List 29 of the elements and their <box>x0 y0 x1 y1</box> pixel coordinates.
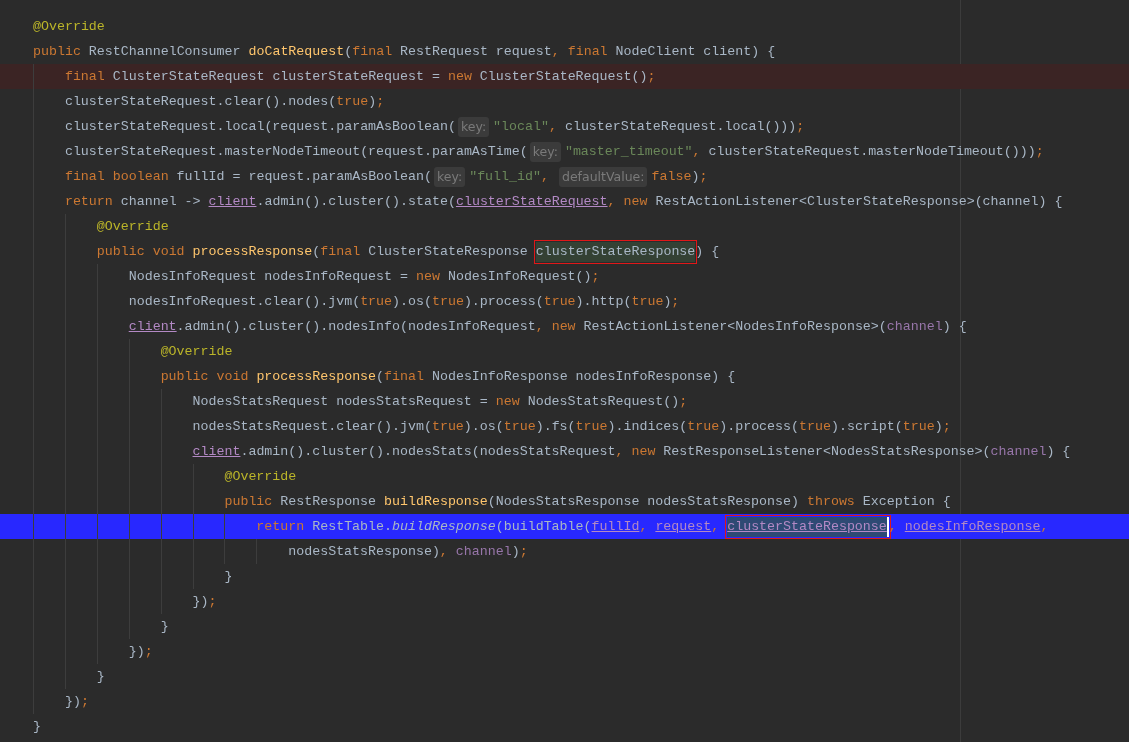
code-line: NodesStatsRequest nodesStatsRequest = new NodesStatsRequest(); <box>192 392 688 411</box>
code-line: nodesInfoRequest.clear().jvm(true).os(true).process(true).http(true); <box>128 292 680 311</box>
code-line: nodesStatsResponse), channel); <box>288 542 528 561</box>
code-line: }); <box>64 692 89 711</box>
code-line: } <box>160 617 169 636</box>
code-line: final ClusterStateRequest clusterStateRequest = new ClusterStateRequest(); <box>64 67 656 86</box>
code-line: nodesStatsRequest.clear().jvm(true).os(true).fs(true).indices(true).process(true).script(true); <box>192 417 951 436</box>
code-line: public void processResponse(final NodesInfoResponse nodesInfoResponse) { <box>160 367 736 386</box>
code-line: }); <box>192 592 217 611</box>
code-line: @Override <box>96 217 169 236</box>
code-line: return channel -> client.admin().cluster().state(clusterStateRequest, new RestActionListener<ClusterStateResponse>(channel) { <box>64 192 1063 211</box>
code-line: public RestChannelConsumer doCatRequest(final RestRequest request, final NodeClient client) { <box>33 42 776 61</box>
code-line: clusterStateRequest.masterNodeTimeout(request.paramAsTime( key: "master_timeout", clusterStateRequest.masterNodeTimeout())); <box>64 141 1044 162</box>
code-line: return RestTable.buildResponse(buildTable(fullId, request, clusterStateResponse, nodesInfoResponse, <box>256 516 1049 537</box>
code-line: final boolean fullId = request.paramAsBoolean( key: "full_id", defaultValue: false); <box>64 166 708 187</box>
code-editor[interactable] <box>0 0 1129 742</box>
code-line: clusterStateRequest.local(request.paramAsBoolean( key: "local", clusterStateRequest.local())); <box>64 116 805 137</box>
code-line: client.admin().cluster().nodesInfo(nodesInfoRequest, new RestActionListener<NodesInfoResponse>(channel) { <box>128 317 967 336</box>
code-line: } <box>33 717 41 736</box>
code-line: } <box>96 667 105 686</box>
code-line: @Override <box>160 342 233 361</box>
code-line: @Override <box>33 17 105 36</box>
code-line: public RestResponse buildResponse(NodesStatsResponse nodesStatsResponse) throws Exception { <box>224 492 951 511</box>
code-line: } <box>224 567 233 586</box>
code-line: clusterStateRequest.clear().nodes(true); <box>64 92 385 111</box>
code-line: @Override <box>224 467 297 486</box>
code-line: client.admin().cluster().nodesStats(nodesStatsRequest, new RestResponseListener<NodesStatsResponse>(channel) { <box>192 442 1071 461</box>
code-line: NodesInfoRequest nodesInfoRequest = new NodesInfoRequest(); <box>128 267 600 286</box>
code-line: }); <box>128 642 153 661</box>
